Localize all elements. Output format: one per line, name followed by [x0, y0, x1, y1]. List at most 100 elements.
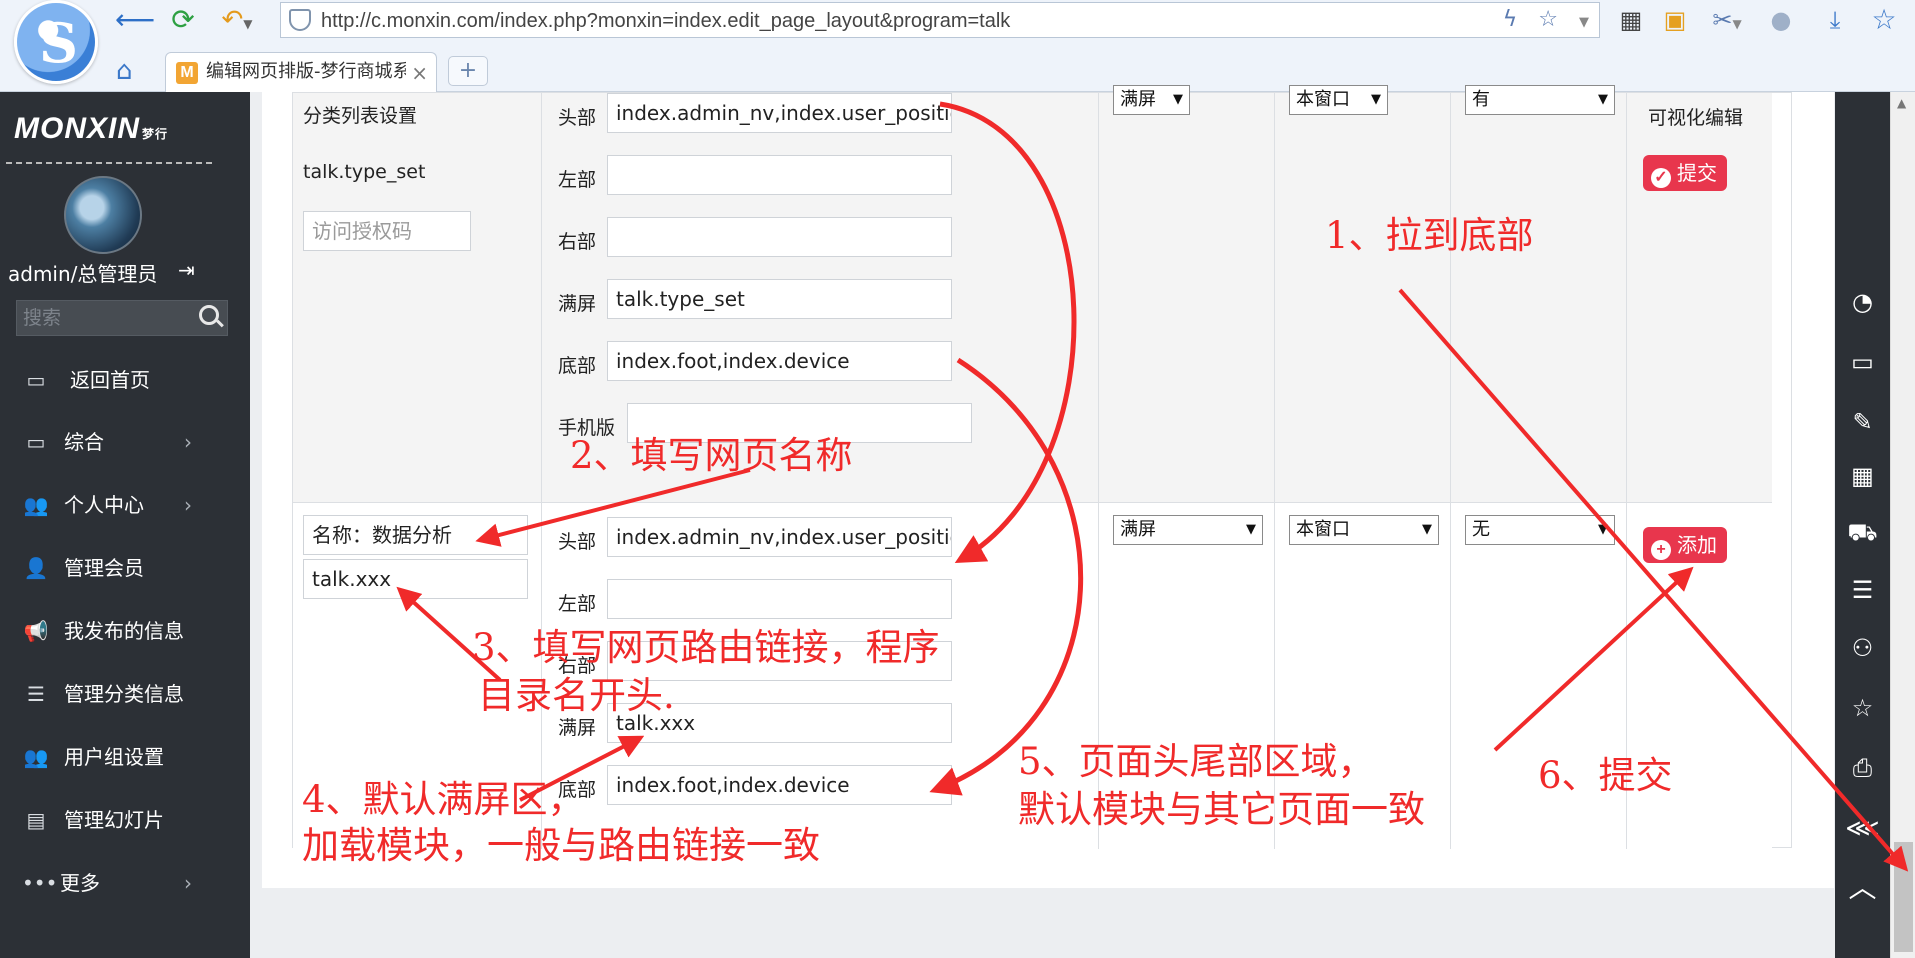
back-to-top-icon[interactable]: ︿: [1835, 866, 1890, 910]
monitor-icon: ▭: [26, 368, 46, 392]
target-select[interactable]: 本窗口 ▼: [1289, 515, 1439, 545]
print-icon[interactable]: ⎙: [1835, 746, 1890, 790]
add-button[interactable]: + 添加: [1643, 527, 1727, 563]
browser-logo-icon[interactable]: S: [14, 0, 98, 84]
right-label: 右部: [558, 231, 597, 253]
sidebar-item-user-groups[interactable]: 👥 用户组设置: [0, 732, 250, 782]
sidebar-item-slides[interactable]: ▤ 管理幻灯片: [0, 795, 250, 845]
has-select-value: 有: [1472, 89, 1490, 110]
message-icon[interactable]: ▭: [1835, 340, 1890, 384]
sidebar-item-general[interactable]: ▭ 综合 ›: [0, 417, 250, 467]
share-icon[interactable]: ⋘: [1835, 806, 1890, 850]
wechat-icon[interactable]: ◔: [1835, 280, 1890, 324]
has-select[interactable]: 有 ▼: [1465, 85, 1615, 115]
submit-label: 提交: [1677, 161, 1717, 185]
more-dots-icon[interactable]: ●: [1766, 4, 1796, 36]
page-route-input[interactable]: talk.xxx: [303, 559, 528, 599]
tab-favicon-icon: M: [176, 62, 198, 84]
page-footer-space: [250, 888, 1835, 958]
star-icon[interactable]: ☆: [1538, 7, 1558, 32]
sidebar-item-my-posts[interactable]: 📢 我发布的信息: [0, 606, 250, 656]
username[interactable]: admin/总管理员: [8, 258, 157, 287]
caret-down-icon: ▼: [1598, 522, 1608, 537]
home-icon[interactable]: ⌂: [116, 56, 133, 86]
user-icon: 👤: [23, 556, 49, 580]
head-input[interactable]: index.admin_nv,index.user_position: [607, 517, 952, 557]
undo-icon[interactable]: ↶▼: [212, 4, 262, 36]
foot-input[interactable]: index.foot,index.device: [607, 341, 952, 381]
qr-code-icon[interactable]: ▦: [1616, 4, 1646, 36]
qr-code-icon[interactable]: ▦: [1835, 454, 1890, 498]
lightning-icon[interactable]: ϟ: [1503, 7, 1518, 32]
layout-select[interactable]: 满屏 ▼: [1113, 515, 1263, 545]
brand-logo[interactable]: MONXIN 梦行: [14, 112, 168, 146]
brand-name: MONXIN: [14, 112, 140, 145]
star-icon[interactable]: ☆: [1835, 686, 1890, 730]
address-bar[interactable]: http://c.monxin.com/index.php?monxin=ind…: [280, 2, 1600, 38]
sidebar-item-personal[interactable]: 👥 个人中心 ›: [0, 480, 250, 530]
target-select-value: 本窗口: [1296, 89, 1350, 110]
left-label: 左部: [558, 593, 597, 615]
sidebar-item-members[interactable]: 👤 管理会员: [0, 543, 250, 593]
avatar[interactable]: [64, 176, 142, 254]
megaphone-icon: 📢: [23, 619, 49, 643]
caret-down-icon: ▼: [1246, 522, 1256, 537]
sidebar-item-label: 用户组设置: [64, 745, 164, 769]
caret-down-icon: ▼: [1173, 92, 1183, 107]
dropdown-icon[interactable]: ▼: [1579, 15, 1589, 30]
right-input[interactable]: [607, 217, 952, 257]
tab-close-icon[interactable]: ×: [411, 61, 428, 85]
cart-icon[interactable]: ⛟: [1835, 510, 1890, 554]
annotation-step-3a: 3、填写网页路由链接，程序: [472, 626, 940, 669]
add-label: 添加: [1677, 533, 1717, 557]
has-select[interactable]: 无 ▼: [1465, 515, 1615, 545]
page-name-input[interactable]: 名称：数据分析: [303, 515, 528, 555]
annotation-step-3b: 目录名开头.: [478, 674, 675, 717]
favorites-star-icon[interactable]: ☆: [1868, 4, 1900, 36]
sidebar-item-more[interactable]: ••• 更多 ›: [0, 858, 250, 908]
sidebar-divider: [6, 162, 212, 164]
layout-select[interactable]: 满屏 ▼: [1113, 85, 1190, 115]
group-icon: 👥: [23, 745, 49, 769]
scrollbar[interactable]: ▲: [1890, 92, 1915, 958]
sidebar-search-input[interactable]: [23, 303, 183, 333]
scrollbar-thumb[interactable]: [1894, 842, 1913, 952]
sidebar-item-label: 个人中心: [64, 493, 144, 517]
auth-code-input[interactable]: 访问授权码: [303, 211, 471, 251]
sidebar-item-home[interactable]: ▭ 返回首页: [0, 355, 250, 405]
left-input[interactable]: [607, 579, 952, 619]
clipboard-icon[interactable]: ▣: [1660, 4, 1690, 36]
user-icon[interactable]: ⚇: [1835, 626, 1890, 670]
back-arrow-icon[interactable]: ⟵: [115, 4, 155, 36]
refresh-icon[interactable]: ⟳: [165, 4, 201, 36]
sidebar-item-label: 我发布的信息: [64, 619, 184, 643]
visual-edit-link[interactable]: 可视化编辑: [1648, 103, 1743, 130]
foot-label: 底部: [558, 355, 597, 377]
address-url[interactable]: http://c.monxin.com/index.php?monxin=ind…: [321, 3, 1010, 39]
full-input[interactable]: talk.type_set: [607, 279, 952, 319]
submit-button[interactable]: ✓ 提交: [1643, 155, 1727, 191]
search-icon[interactable]: [199, 305, 219, 325]
quick-tools-bar: ◔ ▭ ✎ ▦ ⛟ ☰ ⚇ ☆ ⎙ ⋘ ︿: [1835, 92, 1890, 958]
annotation-step-4b: 加载模块，一般与路由链接一致: [302, 824, 820, 867]
scissors-icon[interactable]: ✂▼: [1704, 4, 1750, 36]
foot-input[interactable]: index.foot,index.device: [607, 765, 952, 805]
list-icon[interactable]: ☰: [1835, 568, 1890, 612]
new-tab-button[interactable]: +: [448, 56, 488, 86]
logout-icon[interactable]: ⇥: [178, 258, 195, 282]
left-input[interactable]: [607, 155, 952, 195]
chevron-right-icon: ›: [184, 871, 192, 895]
tab-current[interactable]: M 编辑网页排版-梦行商城系统 ×: [165, 52, 437, 92]
head-input[interactable]: index.admin_nv,index.user_position: [607, 93, 952, 133]
plus-icon: +: [1651, 540, 1671, 560]
target-select[interactable]: 本窗口 ▼: [1289, 85, 1388, 115]
edit-icon[interactable]: ✎: [1835, 400, 1890, 444]
admin-sidebar: MONXIN梦行 admin/总管理员 ⇥ ▭ 返回首页 ▭ 综合 › 👥 个人…: [0, 92, 250, 958]
page-name: 分类列表设置: [303, 105, 418, 127]
sidebar-item-classified[interactable]: ☰ 管理分类信息: [0, 669, 250, 719]
download-icon[interactable]: ⤓: [1820, 4, 1850, 36]
scroll-up-icon[interactable]: ▲: [1897, 96, 1906, 110]
head-label: 头部: [558, 107, 597, 129]
brand-sub: 梦行: [142, 127, 169, 141]
address-actions: ϟ ☆ ▼: [1503, 3, 1589, 39]
